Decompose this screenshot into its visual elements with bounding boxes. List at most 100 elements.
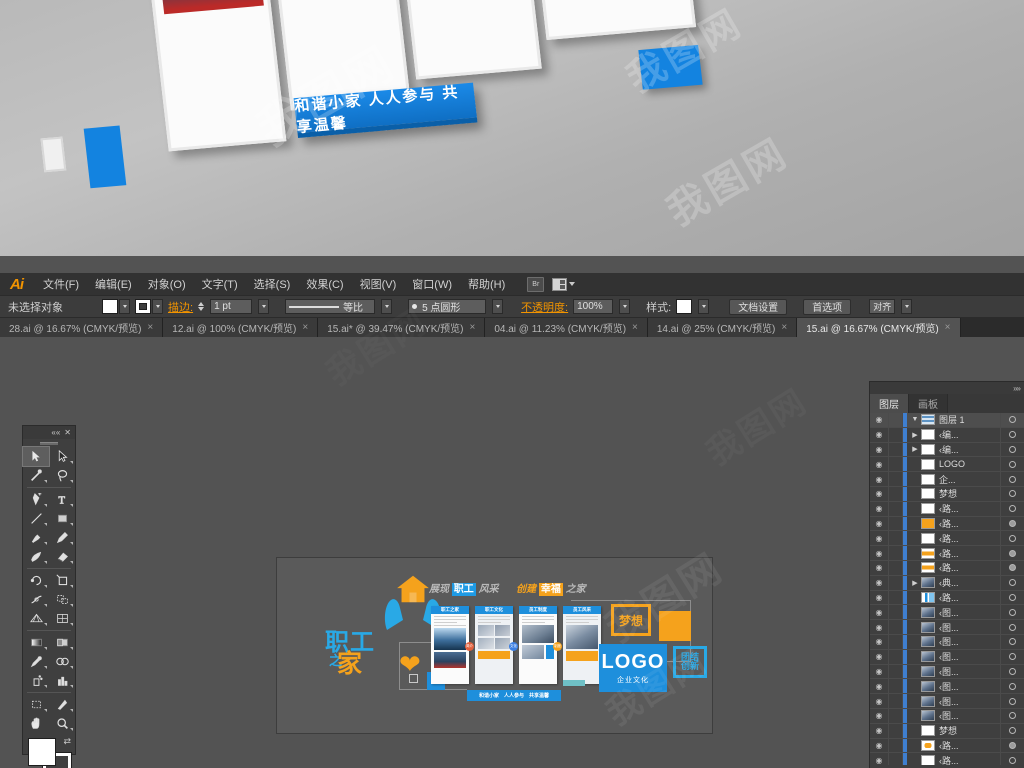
close-icon[interactable]: ✕: [64, 428, 71, 437]
layer-target-indicator[interactable]: [1000, 679, 1024, 694]
color-controls[interactable]: ⇄: [23, 736, 75, 768]
eye-icon[interactable]: ◉: [870, 605, 889, 620]
doc-tab-3[interactable]: 04.ai @ 11.23% (CMYK/预览) ×: [485, 318, 648, 337]
eye-icon[interactable]: ◉: [870, 738, 889, 753]
gradient-tool[interactable]: [23, 633, 49, 652]
stroke-swatch[interactable]: [135, 299, 151, 314]
layers-panel-header[interactable]: »»: [870, 382, 1024, 394]
eye-icon[interactable]: ◉: [870, 516, 889, 531]
eye-icon[interactable]: ◉: [870, 664, 889, 679]
chevron-right-icon[interactable]: ▶: [909, 431, 921, 439]
align-button[interactable]: 对齐: [869, 299, 896, 314]
lock-toggle[interactable]: [889, 679, 903, 694]
eye-icon[interactable]: ◉: [870, 546, 889, 560]
fill-swatch[interactable]: [102, 299, 118, 314]
perspective-grid-tool[interactable]: [23, 609, 49, 628]
layer-row[interactable]: ◉ ‹路...: [870, 516, 1024, 532]
layer-row[interactable]: ◉ ‹图...: [870, 664, 1024, 680]
layer-target-indicator[interactable]: [1000, 427, 1024, 442]
stroke-weight-stepper[interactable]: [198, 302, 205, 311]
close-icon[interactable]: ×: [302, 322, 308, 333]
fill-color-box[interactable]: [28, 738, 56, 766]
gradient-swatch-tool[interactable]: [49, 633, 75, 652]
chevron-right-icon[interactable]: ▶: [909, 445, 921, 453]
menu-view[interactable]: 视图(V): [352, 274, 405, 294]
chevron-down-icon[interactable]: ▼: [909, 416, 921, 423]
artboard-tool[interactable]: [23, 695, 49, 714]
layer-target-indicator[interactable]: [1000, 531, 1024, 546]
layer-row[interactable]: ◉ ‹图...: [870, 634, 1024, 650]
stroke-dropdown-arrow[interactable]: [152, 299, 163, 314]
preferences-button[interactable]: 首选项: [803, 298, 852, 315]
tools-panel-grip[interactable]: [23, 439, 75, 447]
eye-icon[interactable]: ◉: [870, 723, 889, 738]
menu-window[interactable]: 窗口(W): [404, 274, 460, 294]
lock-toggle[interactable]: [889, 723, 903, 738]
menu-file[interactable]: 文件(F): [35, 274, 87, 294]
doc-tab-0[interactable]: 28.ai @ 16.67% (CMYK/预览) ×: [0, 318, 164, 337]
layer-row[interactable]: ◉ ‹图...: [870, 649, 1024, 665]
lasso-tool[interactable]: [49, 466, 75, 485]
eye-icon[interactable]: ◉: [870, 427, 889, 442]
opacity-label[interactable]: 不透明度:: [521, 299, 568, 315]
lock-toggle[interactable]: [889, 531, 903, 546]
layer-row[interactable]: ◉ ‹路...: [870, 738, 1024, 754]
layer-row[interactable]: ◉ ‹图...: [870, 708, 1024, 724]
eye-icon[interactable]: ◉: [870, 634, 889, 649]
layer-target-indicator[interactable]: [1000, 560, 1024, 575]
brush-definition-dropdown-arrow[interactable]: [492, 299, 504, 314]
stroke-weight-dropdown-arrow[interactable]: [258, 299, 270, 314]
fill-color-control[interactable]: [102, 299, 130, 314]
menu-edit[interactable]: 编辑(E): [87, 274, 140, 294]
layer-target-indicator[interactable]: [1000, 753, 1024, 765]
lock-toggle[interactable]: [889, 501, 903, 516]
opacity-dropdown-arrow[interactable]: [619, 299, 631, 314]
zoom-tool[interactable]: [49, 714, 75, 733]
tab-layers[interactable]: 图层: [870, 394, 909, 413]
mesh-tool[interactable]: [49, 609, 75, 628]
eye-icon[interactable]: ◉: [870, 575, 889, 590]
layer-target-indicator[interactable]: [1000, 575, 1024, 590]
layer-row[interactable]: ◉ ‹路...: [870, 590, 1024, 606]
layer-target-indicator[interactable]: [1000, 546, 1024, 560]
layer-target-indicator[interactable]: [1000, 501, 1024, 516]
lock-toggle[interactable]: [889, 575, 903, 590]
doc-tab-1[interactable]: 12.ai @ 100% (CMYK/预览) ×: [163, 318, 319, 337]
rotate-tool[interactable]: [23, 571, 49, 590]
menu-help[interactable]: 帮助(H): [460, 274, 513, 294]
lock-toggle[interactable]: [889, 649, 903, 664]
eye-icon[interactable]: ◉: [870, 708, 889, 723]
fill-dropdown-arrow[interactable]: [119, 299, 130, 314]
layer-target-indicator[interactable]: [1000, 486, 1024, 501]
lock-toggle[interactable]: [889, 634, 903, 649]
lock-toggle[interactable]: [889, 516, 903, 531]
lock-toggle[interactable]: [889, 738, 903, 753]
eye-icon[interactable]: ◉: [870, 560, 889, 575]
layer-target-indicator[interactable]: [1000, 694, 1024, 708]
doc-tab-5-active[interactable]: 15.ai @ 16.67% (CMYK/预览) ×: [797, 318, 961, 337]
layer-row[interactable]: ◉ ▶ ‹编...: [870, 442, 1024, 458]
collapse-icon[interactable]: ««: [51, 428, 60, 437]
layer-row[interactable]: ◉ ▶ ‹编...: [870, 427, 1024, 443]
pen-tool[interactable]: [23, 490, 49, 509]
eye-icon[interactable]: ◉: [870, 472, 889, 486]
stroke-profile-dropdown-arrow[interactable]: [381, 299, 393, 314]
tab-artboards[interactable]: 画板: [909, 394, 948, 413]
close-icon[interactable]: ×: [470, 322, 476, 333]
layer-target-indicator[interactable]: [1000, 605, 1024, 620]
scale-tool[interactable]: [49, 571, 75, 590]
expand-panel-icon[interactable]: »»: [1013, 384, 1021, 393]
layer-target-indicator[interactable]: [1000, 590, 1024, 605]
layers-list[interactable]: ◉ ▼ 图层 1 ◉ ▶ ‹编... ◉ ▶ ‹编... ◉ LOGO ◉ 企... ◉ 梦想 ◉ ‹路... ◉…: [870, 413, 1024, 765]
layer-row[interactable]: ◉ ▶ ‹典...: [870, 575, 1024, 591]
hand-tool[interactable]: [23, 714, 49, 733]
lock-toggle[interactable]: [889, 427, 903, 442]
close-icon[interactable]: ×: [945, 322, 951, 333]
layer-target-indicator[interactable]: [1000, 620, 1024, 634]
layer-row[interactable]: ◉ ‹路...: [870, 546, 1024, 561]
tools-panel[interactable]: «« ✕ T ⇄: [22, 425, 76, 768]
lock-toggle[interactable]: [889, 546, 903, 560]
brush-definition-select[interactable]: 5 点圆形: [408, 299, 487, 314]
doc-tab-4[interactable]: 14.ai @ 25% (CMYK/预览) ×: [647, 318, 798, 337]
menu-object[interactable]: 对象(O): [140, 274, 194, 294]
